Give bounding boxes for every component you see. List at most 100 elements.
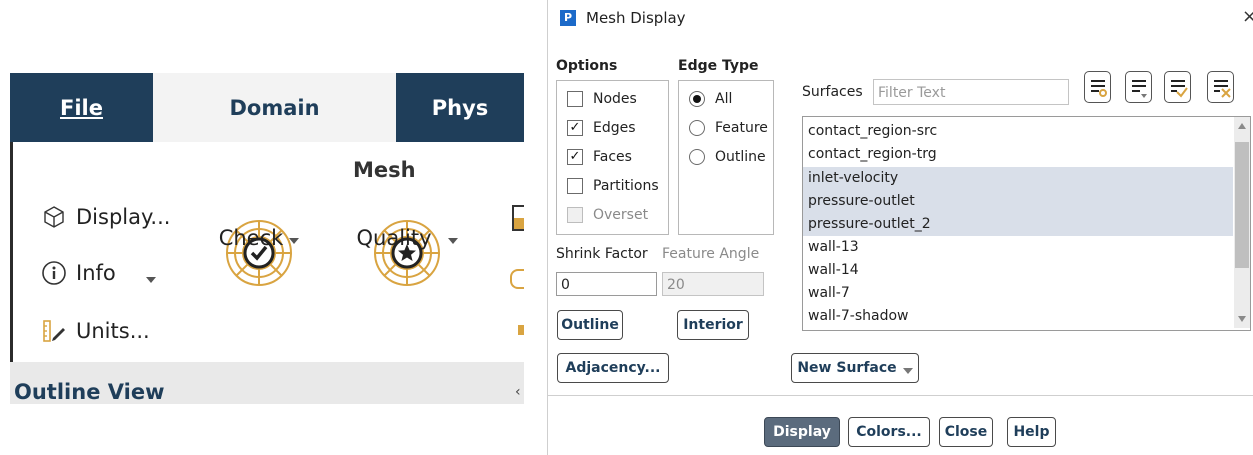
display-button[interactable]: Display... [40,203,170,231]
deselect-all-icon[interactable] [1207,71,1234,103]
edge-all-option[interactable]: All [689,91,732,107]
info-label: Info [76,261,116,285]
list-item[interactable]: pressure-outlet [803,190,1233,213]
list-item[interactable]: contact_region-trg [803,143,1233,166]
display-button[interactable]: Display [764,417,840,447]
scroll-thumb[interactable] [1235,142,1249,268]
close-icon[interactable]: × [1242,6,1253,27]
edges-option[interactable]: ✓ Edges [567,120,636,136]
units-button[interactable]: Units... [40,317,150,345]
ribbon-tabbar: File Domain Phys [10,73,524,142]
faces-option[interactable]: ✓ Faces [567,149,632,165]
new-surface-dropdown-icon [902,368,913,374]
list-options-icon[interactable] [1125,71,1152,103]
options-box: Nodes ✓ Edges ✓ Faces Partitions Overset [556,80,669,235]
scroll-up-icon[interactable] [1238,123,1246,129]
partial-tool-icon[interactable] [512,205,524,231]
edge-all-radio[interactable] [689,91,705,107]
close-button[interactable]: Close [939,417,993,447]
check-button[interactable]: Check [219,218,300,288]
edge-outline-option[interactable]: Outline [689,149,766,165]
units-label: Units... [76,319,150,343]
footer-divider [548,395,1253,396]
adjacency-button[interactable]: Adjacency... [557,353,669,383]
edges-checkbox[interactable]: ✓ [567,120,583,136]
nodes-checkbox[interactable] [567,91,583,107]
list-item[interactable]: wall-7 [803,282,1233,305]
colors-button[interactable]: Colors... [848,417,930,447]
outline-view-title: Outline View [14,380,165,404]
overset-checkbox [567,207,583,223]
check-label: Check [218,226,284,250]
surfaces-label: Surfaces [802,84,863,100]
edge-outline-label: Outline [715,149,766,165]
partial-tool-icon-2[interactable] [510,269,524,289]
ribbon-panel: File Domain Phys Mesh Display... Info Un… [10,73,524,404]
quality-label: Quality [356,226,432,250]
tab-domain-label: Domain [229,95,320,120]
edge-feature-radio[interactable] [689,120,705,136]
edge-feature-option[interactable]: Feature [689,120,768,136]
edge-type-box: All Feature Outline [678,80,774,235]
collapse-icon[interactable]: ‹ [515,384,521,400]
partitions-label: Partitions [593,178,659,194]
shrink-factor-label: Shrink Factor [556,246,648,262]
list-item[interactable]: pressure-outlet_2 [803,213,1233,236]
select-filtered-icon[interactable] [1084,71,1111,103]
cube-icon [40,203,68,231]
edge-type-title: Edge Type [678,58,759,74]
outline-view-bar: Outline View ‹ [10,362,524,404]
surfaces-filter-input[interactable]: Filter Text [873,79,1069,105]
shrink-factor-input[interactable]: 0 [556,272,657,296]
tab-file[interactable]: File [10,73,153,142]
partitions-checkbox[interactable] [567,178,583,194]
nodes-label: Nodes [593,91,637,107]
partitions-option[interactable]: Partitions [567,178,659,194]
edge-feature-label: Feature [715,120,768,136]
edge-all-label: All [715,91,733,107]
quality-button[interactable]: Quality [356,218,458,288]
ribbon-divider [10,142,13,362]
info-dropdown-icon[interactable] [145,277,156,283]
overset-option: Overset [567,207,648,223]
edges-label: Edges [593,120,636,136]
check-dropdown-icon[interactable] [289,238,300,244]
app-icon: P [560,10,576,26]
surfaces-list[interactable]: contact_region-src contact_region-trg in… [802,116,1251,331]
options-title: Options [556,58,618,74]
list-item[interactable]: contact_region-src [803,120,1233,143]
tab-physics[interactable]: Phys [396,73,524,142]
help-button[interactable]: Help [1007,417,1056,447]
surfaces-scrollbar[interactable] [1234,117,1250,328]
feature-angle-label: Feature Angle [662,246,760,262]
outline-button[interactable]: Outline [557,310,623,340]
mesh-display-dialog: P Mesh Display × Options Nodes ✓ Edges ✓… [547,0,1253,455]
new-surface-label: New Surface [797,360,897,376]
tab-physics-label: Phys [431,95,489,120]
list-item[interactable]: wall-14 [803,259,1233,282]
interior-button[interactable]: Interior [677,310,749,340]
faces-checkbox[interactable]: ✓ [567,149,583,165]
partial-tool-icon-3[interactable] [518,325,524,335]
list-item[interactable]: wall-7-shadow [803,305,1233,328]
list-item[interactable]: wall-13 [803,236,1233,259]
mesh-group-title: Mesh [353,158,416,182]
info-button[interactable]: Info [40,259,156,287]
display-label: Display... [76,205,171,229]
info-icon [40,259,68,287]
feature-angle-input: 20 [662,272,764,296]
dialog-titlebar: P Mesh Display × [548,0,1253,38]
overset-label: Overset [593,207,649,223]
scroll-down-icon[interactable] [1238,316,1246,322]
ruler-pencil-icon [40,317,68,345]
faces-label: Faces [593,149,632,165]
edge-outline-radio[interactable] [689,149,705,165]
list-item[interactable]: inlet-velocity [803,167,1233,190]
dialog-title: Mesh Display [586,9,686,27]
nodes-option[interactable]: Nodes [567,91,637,107]
new-surface-button[interactable]: New Surface [791,353,919,383]
select-all-icon[interactable] [1164,71,1191,103]
tab-domain[interactable]: Domain [153,73,396,142]
quality-dropdown-icon[interactable] [447,238,458,244]
tab-file-label: File [60,95,103,120]
